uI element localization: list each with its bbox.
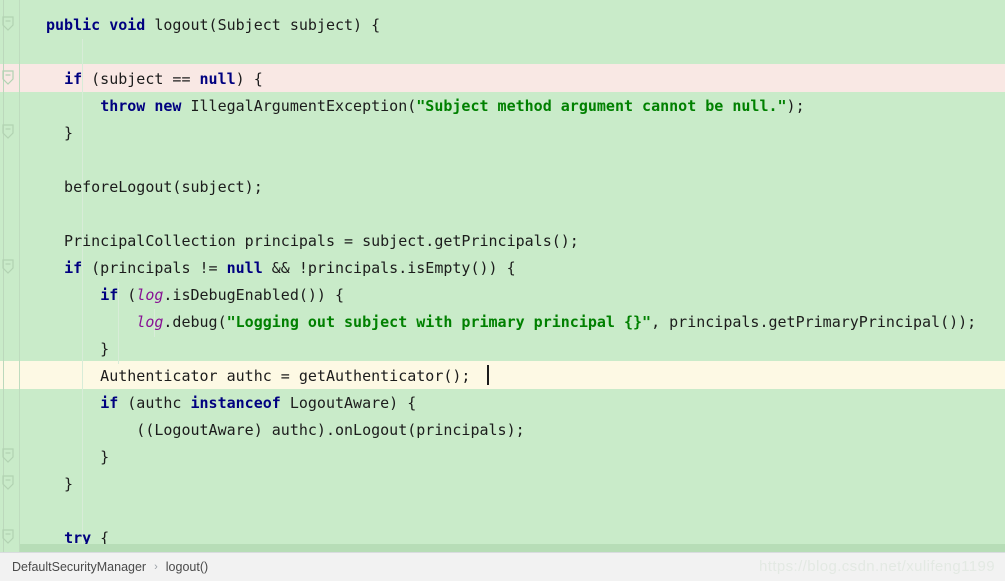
code-token-plain: beforeLogout(subject); bbox=[46, 178, 263, 196]
code-line-text: if (principals != null && !principals.is… bbox=[46, 255, 516, 282]
code-token-plain: .isDebugEnabled()) { bbox=[163, 286, 345, 304]
code-token-kw: throw bbox=[100, 97, 146, 115]
code-token-plain: Authenticator authc = getAuthenticator()… bbox=[46, 367, 471, 385]
code-line[interactable]: if (log.isDebugEnabled()) { bbox=[0, 282, 1005, 309]
code-token-plain: LogoutAware) { bbox=[280, 394, 417, 412]
watermark-text: https://blog.csdn.net/xulifeng1199 bbox=[759, 558, 995, 575]
code-token-plain: , principals.getPrimaryPrincipal()); bbox=[651, 313, 977, 331]
code-token-kw: null bbox=[199, 70, 236, 88]
code-token-kw: null bbox=[226, 259, 263, 277]
code-token-plain: } bbox=[46, 448, 110, 466]
code-line[interactable]: } bbox=[0, 471, 1005, 498]
code-token-plain: PrincipalCollection principals = subject… bbox=[46, 232, 579, 250]
code-token-plain: IllegalArgumentException( bbox=[181, 97, 417, 115]
code-line[interactable]: } bbox=[0, 120, 1005, 147]
code-line[interactable] bbox=[0, 201, 1005, 228]
code-token-plain: ) { bbox=[235, 70, 263, 88]
code-token-fld: log bbox=[136, 286, 164, 304]
code-line[interactable]: if (principals != null && !principals.is… bbox=[0, 255, 1005, 282]
code-token-plain: (subject == bbox=[82, 70, 200, 88]
fold-collapse-icon[interactable] bbox=[0, 16, 15, 32]
gutter-edge-divider bbox=[19, 0, 20, 552]
code-line-text: Authenticator authc = getAuthenticator()… bbox=[46, 363, 470, 390]
code-token-kw: if bbox=[100, 286, 119, 304]
code-line-text: } bbox=[46, 444, 109, 471]
code-line-text: throw new IllegalArgumentException("Subj… bbox=[46, 93, 805, 120]
code-token-kw: instanceof bbox=[190, 394, 281, 412]
code-line-text: beforeLogout(subject); bbox=[46, 174, 263, 201]
code-line[interactable]: log.debug("Logging out subject with prim… bbox=[0, 309, 1005, 336]
code-line-text: } bbox=[46, 471, 73, 498]
code-line[interactable]: } bbox=[0, 444, 1005, 471]
code-token-kw: new bbox=[154, 97, 182, 115]
fold-collapse-icon[interactable] bbox=[0, 475, 15, 491]
code-line[interactable]: if (subject == null) { bbox=[0, 66, 1005, 93]
code-token-fld: log bbox=[136, 313, 164, 331]
code-token-kw: if bbox=[64, 70, 83, 88]
code-line[interactable]: throw new IllegalArgumentException("Subj… bbox=[0, 93, 1005, 120]
status-bar: DefaultSecurityManager › logout() https://… bbox=[0, 552, 1005, 581]
code-token-plain: (authc bbox=[118, 394, 191, 412]
code-token-str: "Subject method argument cannot be null.… bbox=[416, 97, 787, 115]
fold-collapse-icon[interactable] bbox=[0, 124, 15, 140]
code-line[interactable] bbox=[0, 147, 1005, 174]
code-token-plain: } bbox=[46, 340, 110, 358]
code-text-area[interactable]: public void logout(Subject subject) { if… bbox=[0, 0, 1005, 552]
code-token-plain: && !principals.isEmpty()) { bbox=[262, 259, 516, 277]
breadcrumb-separator-icon: › bbox=[154, 561, 158, 573]
code-line-text: } bbox=[46, 336, 109, 363]
code-line[interactable] bbox=[0, 498, 1005, 525]
code-token-plain: } bbox=[46, 475, 74, 493]
breadcrumb[interactable]: DefaultSecurityManager › logout() bbox=[12, 553, 208, 581]
code-token-plain: ); bbox=[786, 97, 805, 115]
code-line[interactable]: beforeLogout(subject); bbox=[0, 174, 1005, 201]
code-line[interactable]: PrincipalCollection principals = subject… bbox=[0, 228, 1005, 255]
breadcrumb-item[interactable]: logout() bbox=[166, 553, 208, 581]
code-token-plain: ( bbox=[118, 286, 137, 304]
breadcrumb-item[interactable]: DefaultSecurityManager bbox=[12, 553, 146, 581]
code-token-str: "Logging out subject with primary princi… bbox=[226, 313, 652, 331]
code-line-text: if (log.isDebugEnabled()) { bbox=[46, 282, 344, 309]
code-token-plain: } bbox=[46, 124, 74, 142]
code-line-text: if (subject == null) { bbox=[46, 66, 263, 93]
code-line-text: if (authc instanceof LogoutAware) { bbox=[46, 390, 416, 417]
code-token-plain: .debug( bbox=[163, 313, 227, 331]
code-line[interactable]: Authenticator authc = getAuthenticator()… bbox=[0, 363, 1005, 390]
fold-collapse-icon[interactable] bbox=[0, 529, 15, 545]
code-line-text: ((LogoutAware) authc).onLogout(principal… bbox=[46, 417, 525, 444]
code-line-text: log.debug("Logging out subject with prim… bbox=[46, 309, 976, 336]
fold-collapse-icon[interactable] bbox=[0, 259, 15, 275]
code-token-plain: (principals != bbox=[82, 259, 227, 277]
code-line[interactable]: if (authc instanceof LogoutAware) { bbox=[0, 390, 1005, 417]
text-caret bbox=[487, 365, 489, 385]
code-line[interactable]: ((LogoutAware) authc).onLogout(principal… bbox=[0, 417, 1005, 444]
code-token-plain: logout(Subject subject) { bbox=[145, 16, 381, 34]
code-token-kw: void bbox=[109, 16, 146, 34]
code-line-text: PrincipalCollection principals = subject… bbox=[46, 228, 579, 255]
code-line-text: } bbox=[46, 120, 73, 147]
code-line[interactable] bbox=[0, 39, 1005, 66]
code-line[interactable]: } bbox=[0, 336, 1005, 363]
fold-collapse-icon[interactable] bbox=[0, 448, 15, 464]
code-token-kw: if bbox=[100, 394, 119, 412]
code-token-kw: public bbox=[46, 16, 101, 34]
code-line-text: public void logout(Subject subject) { bbox=[46, 12, 380, 39]
code-editor[interactable]: public void logout(Subject subject) { if… bbox=[0, 0, 1005, 552]
editor-bottom-band bbox=[20, 544, 1005, 552]
fold-collapse-icon[interactable] bbox=[0, 70, 15, 86]
code-token-kw: if bbox=[64, 259, 83, 277]
code-token-plain: ((LogoutAware) authc).onLogout(principal… bbox=[46, 421, 525, 439]
code-line[interactable]: public void logout(Subject subject) { bbox=[0, 12, 1005, 39]
